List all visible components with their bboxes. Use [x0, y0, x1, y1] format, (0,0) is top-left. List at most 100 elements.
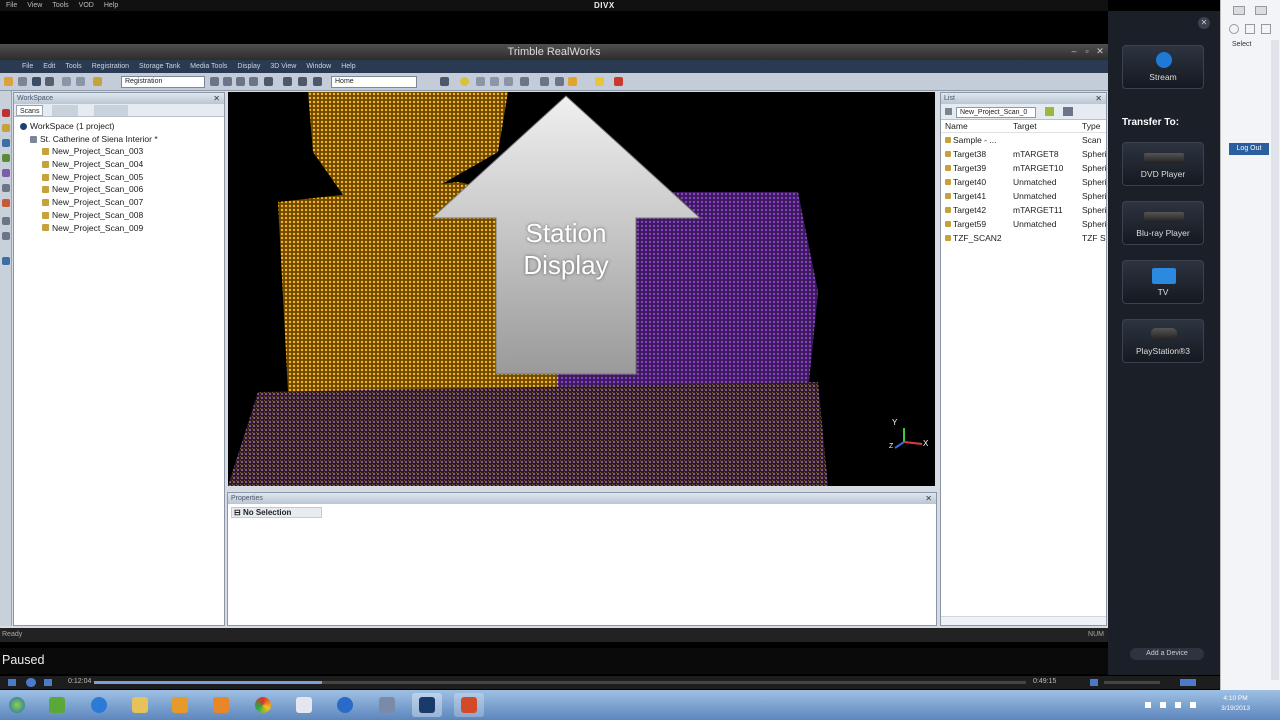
- target-tool-icon[interactable]: [2, 154, 10, 162]
- select-link[interactable]: Select: [1232, 41, 1251, 48]
- taskbar-app[interactable]: [330, 693, 360, 717]
- tree-scan[interactable]: New_Project_Scan_009: [20, 222, 224, 235]
- scan-tool-icon[interactable]: [2, 139, 10, 147]
- workflow-icon[interactable]: [93, 77, 102, 86]
- seek-slider[interactable]: [94, 681, 1026, 684]
- highlight-icon[interactable]: [595, 77, 604, 86]
- collapse-icon[interactable]: ⊟: [234, 508, 243, 517]
- maximize-icon[interactable]: ▫: [1082, 45, 1092, 57]
- list-item[interactable]: Target39 mTARGET10 Spheri: [941, 161, 1106, 175]
- pan-icon[interactable]: [490, 77, 499, 86]
- measure-icon[interactable]: [264, 77, 273, 86]
- menu-tools[interactable]: Tools: [65, 63, 81, 70]
- play-icon[interactable]: [26, 678, 36, 687]
- redo-icon[interactable]: [76, 77, 85, 86]
- menu-storage-tank[interactable]: Storage Tank: [139, 63, 180, 70]
- col-target[interactable]: Target: [1013, 120, 1037, 133]
- view-select[interactable]: Home: [331, 76, 417, 88]
- mode-select[interactable]: Registration: [121, 76, 205, 88]
- pen-icon[interactable]: [313, 77, 322, 86]
- device-tv[interactable]: TV: [1122, 260, 1204, 304]
- eye-icon[interactable]: [440, 77, 449, 86]
- minimize-icon[interactable]: [1233, 6, 1245, 15]
- list-item[interactable]: Target41 Unmatched Spheri: [941, 189, 1106, 203]
- device-dvd-player[interactable]: DVD Player: [1122, 142, 1204, 186]
- taskbar-app[interactable]: [165, 693, 195, 717]
- segment-icon[interactable]: [223, 77, 232, 86]
- tab-scans[interactable]: Scans: [16, 105, 44, 116]
- menu-file[interactable]: File: [22, 63, 33, 70]
- tray-icon[interactable]: [1145, 702, 1151, 708]
- taskbar-app[interactable]: [454, 693, 484, 717]
- menu-window[interactable]: Window: [306, 63, 331, 70]
- filter-icon[interactable]: [945, 108, 952, 115]
- mesh-tool-icon[interactable]: [2, 199, 10, 207]
- taskbar-app[interactable]: [125, 693, 155, 717]
- home-icon[interactable]: [1229, 24, 1239, 34]
- volume-icon[interactable]: [1090, 679, 1098, 686]
- fit-tool-icon[interactable]: [2, 232, 10, 240]
- menu-3d-view[interactable]: 3D View: [270, 63, 296, 70]
- list-scan-select[interactable]: New_Project_Scan_0: [956, 107, 1036, 118]
- tree-project[interactable]: St. Catherine of Siena Interior *: [20, 133, 224, 146]
- tree-scan[interactable]: New_Project_Scan_006: [20, 183, 224, 196]
- taskbar-app[interactable]: [289, 693, 319, 717]
- favorites-icon[interactable]: [1245, 24, 1255, 34]
- taskbar-app[interactable]: [206, 693, 236, 717]
- image-tool-icon[interactable]: [2, 184, 10, 192]
- menu-edit[interactable]: Edit: [43, 63, 55, 70]
- settings-icon[interactable]: [1261, 24, 1271, 34]
- fit-icon[interactable]: [540, 77, 549, 86]
- clock[interactable]: 4:10 PM 3/19/2013: [1221, 694, 1250, 714]
- player-menu-view[interactable]: View: [27, 2, 42, 9]
- undo-icon[interactable]: [62, 77, 71, 86]
- list-item[interactable]: Target42 mTARGET11 Spheri: [941, 203, 1106, 217]
- zoom-icon[interactable]: [504, 77, 513, 86]
- tree-root[interactable]: WorkSpace (1 project): [20, 120, 224, 133]
- taskbar-app[interactable]: [248, 693, 278, 717]
- volume-icon[interactable]: [1190, 702, 1196, 708]
- menu-registration[interactable]: Registration: [92, 63, 129, 70]
- station-icon[interactable]: [520, 77, 529, 86]
- tab-projects[interactable]: [52, 105, 78, 116]
- list-item[interactable]: Target38 mTARGET8 Spheri: [941, 147, 1106, 161]
- player-menu-vod[interactable]: VOD: [79, 2, 94, 9]
- print-icon[interactable]: [45, 77, 54, 86]
- start-button[interactable]: [2, 693, 32, 717]
- list-item[interactable]: Sample - ... Scan: [941, 133, 1106, 147]
- col-name[interactable]: Name: [945, 120, 968, 133]
- col-type[interactable]: Type: [1082, 120, 1100, 133]
- columns-icon[interactable]: [1063, 107, 1073, 116]
- player-menu-help[interactable]: Help: [104, 2, 118, 9]
- menu-media-tools[interactable]: Media Tools: [190, 63, 227, 70]
- fullscreen-icon[interactable]: [1180, 679, 1196, 686]
- tab-images[interactable]: [94, 105, 128, 116]
- save-icon[interactable]: [32, 77, 41, 86]
- close-icon[interactable]: ✕: [1095, 45, 1105, 57]
- 3d-viewport[interactable]: Station Display Y Z X: [228, 92, 935, 486]
- minimize-icon[interactable]: –: [1069, 45, 1079, 57]
- zoom-tool-icon[interactable]: [2, 217, 10, 225]
- fence-icon[interactable]: [236, 77, 245, 86]
- player-menu-file[interactable]: File: [6, 2, 17, 9]
- restore-icon[interactable]: [1255, 6, 1267, 15]
- cloud-tool-icon[interactable]: [2, 169, 10, 177]
- volume-slider[interactable]: [1104, 681, 1160, 684]
- device-bluray-player[interactable]: Blu-ray Player: [1122, 201, 1204, 245]
- light-icon[interactable]: [568, 77, 577, 86]
- tree-scan[interactable]: New_Project_Scan_003: [20, 145, 224, 158]
- list-item[interactable]: Target59 Unmatched Spheri: [941, 217, 1106, 231]
- tree-scan[interactable]: New_Project_Scan_008: [20, 209, 224, 222]
- add-device-button[interactable]: Add a Device: [1130, 648, 1204, 660]
- refresh-icon[interactable]: [1045, 107, 1054, 116]
- log-out-button[interactable]: Log Out: [1229, 143, 1269, 155]
- section-icon[interactable]: [555, 77, 564, 86]
- delete-tool-icon[interactable]: [2, 109, 10, 117]
- close-icon[interactable]: ✕: [213, 93, 220, 104]
- forward-icon[interactable]: [44, 679, 52, 686]
- close-icon[interactable]: ✕: [1198, 17, 1210, 29]
- taskbar-app[interactable]: [84, 693, 114, 717]
- open-icon[interactable]: [4, 77, 13, 86]
- pick-icon[interactable]: [210, 77, 219, 86]
- network-icon[interactable]: [1175, 702, 1181, 708]
